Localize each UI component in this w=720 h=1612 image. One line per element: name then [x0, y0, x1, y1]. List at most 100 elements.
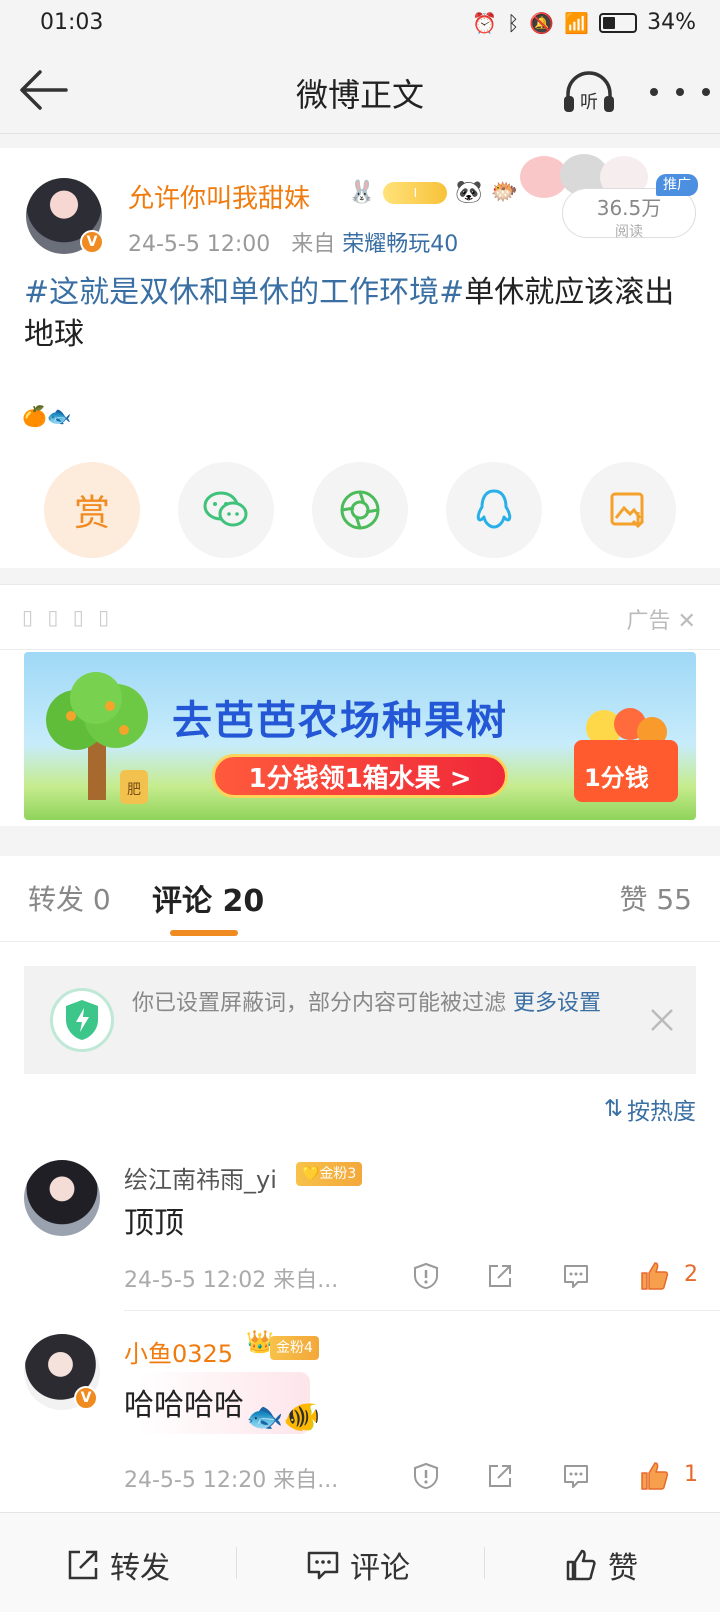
reward-label: 赏: [73, 493, 110, 534]
comment-meta: 24-5-5 12:02 来自...: [124, 1268, 339, 1293]
comment-meta: 24-5-5 12:20 来自...: [124, 1468, 339, 1493]
from-label: 来自: [291, 232, 336, 257]
dot-icon: [676, 88, 684, 96]
post-source[interactable]: 荣耀畅玩40: [342, 232, 458, 257]
more-settings-link[interactable]: 更多设置: [513, 991, 601, 1016]
tree-icon: 肥: [46, 672, 148, 804]
bottom-action-bar: 转发 评论 赞: [0, 1512, 720, 1612]
fan-badge: 💛金粉3: [296, 1162, 363, 1186]
verified-badge-icon: V: [80, 230, 104, 254]
wechat-share-button[interactable]: [178, 462, 274, 558]
status-time: 01:03: [40, 10, 104, 35]
like-icon[interactable]: [638, 1260, 670, 1292]
repost-label: 转发: [110, 1551, 170, 1586]
fish-icon: 🐡: [490, 180, 519, 205]
active-tab-indicator: [170, 930, 238, 936]
status-bar: 01:03 ⏰ ᛒ 🔕 📶 34%: [0, 0, 720, 48]
fish-sticker-icon: 🐟🐠: [246, 1400, 321, 1435]
ad-label[interactable]: 广告 ✕: [627, 603, 696, 635]
commenter-avatar[interactable]: [24, 1160, 100, 1236]
divider: [484, 1547, 485, 1579]
ad-header: ▯ ▯ ▯ ▯ 广告 ✕: [0, 584, 720, 650]
wifi-icon: 📶: [564, 10, 590, 35]
battery-percent: 34%: [647, 10, 696, 35]
comment-text: 哈哈哈哈: [124, 1388, 244, 1423]
sort-icon: ⇅: [603, 1096, 623, 1122]
comment-text: 顶顶: [124, 1206, 184, 1241]
dot-icon: [702, 88, 710, 96]
like-label: 赞: [608, 1551, 638, 1586]
qq-share-button[interactable]: [446, 462, 542, 558]
ad-cta-button[interactable]: 1分钱领1箱水果 >: [212, 754, 508, 798]
share-actions: 赏: [0, 462, 720, 562]
alarm-icon: ⏰: [472, 10, 498, 35]
reply-icon[interactable]: [562, 1462, 590, 1490]
repost-icon: [68, 1550, 98, 1580]
like-count: 1: [684, 1462, 698, 1487]
moments-aperture-icon: [340, 490, 380, 530]
comment-button[interactable]: 评论: [306, 1543, 410, 1587]
ad-banner[interactable]: 肥 去芭芭农场种果树 1分钱领1箱水果 > 1分钱: [24, 652, 696, 820]
fan-badge: 金粉4: [270, 1336, 319, 1360]
verified-badge-icon: V: [74, 1386, 98, 1410]
comment-icon: [307, 1551, 339, 1580]
comment-tabs: 转发 0 评论 20 赞 55: [0, 856, 720, 942]
reward-button[interactable]: 赏: [44, 462, 140, 558]
divider: [124, 1310, 720, 1311]
rabbit-icon: 🐰: [348, 180, 376, 205]
nav-bar: 微博正文 听: [0, 48, 720, 134]
post-time: 24-5-5 12:00: [128, 232, 271, 257]
listen-headphone-icon[interactable]: 听: [562, 68, 616, 116]
report-icon[interactable]: [412, 1462, 440, 1490]
more-options-button[interactable]: [650, 88, 710, 100]
ad-title: 去芭芭农场种果树: [172, 698, 508, 744]
author-name[interactable]: 允许你叫我甜妹: [128, 178, 310, 215]
filter-notice-text: 你已设置屏蔽词，部分内容可能被过滤 更多设置: [132, 991, 602, 1016]
comment-label: 评论: [350, 1551, 410, 1586]
commenter-name[interactable]: 小鱼0325: [124, 1334, 233, 1369]
sort-button[interactable]: ⇅ 按热度: [604, 1092, 696, 1126]
status-icons: ⏰ ᛒ 🔕 📶 34%: [472, 10, 696, 35]
like-button[interactable]: 赞: [564, 1543, 638, 1587]
bluetooth-icon: ᛒ: [507, 10, 520, 35]
listen-label: 听: [580, 92, 598, 113]
moments-share-button[interactable]: [312, 462, 408, 558]
ad-basket-text: 1分钱: [584, 764, 649, 792]
topic-link[interactable]: #这就是双休和单休的工作环境#: [24, 275, 464, 310]
ad-source-blurred: ▯ ▯ ▯ ▯: [22, 605, 114, 629]
divider: [236, 1547, 237, 1579]
share-icon[interactable]: [486, 1462, 514, 1490]
panda-icon: 🐼: [455, 180, 483, 205]
fertilizer-tag: 肥: [127, 782, 141, 798]
author-badges: 🐰 Ⅰ 🐼 🐡: [348, 180, 518, 205]
wechat-icon: [203, 491, 248, 527]
reply-icon[interactable]: [562, 1262, 590, 1290]
sort-label: 按热度: [627, 1099, 696, 1125]
tab-comments[interactable]: 评论 20: [152, 876, 264, 920]
like-count: 2: [684, 1262, 698, 1287]
post-emojis: 🍊🐟: [22, 404, 72, 428]
level-badge-icon: Ⅰ: [383, 181, 448, 204]
filter-notice: [24, 966, 696, 1074]
read-count: 36.5万: [596, 196, 662, 220]
battery-icon: [599, 12, 638, 33]
qq-penguin-icon: [476, 489, 512, 529]
tab-repost[interactable]: 转发 0: [28, 878, 111, 918]
repost-button[interactable]: 转发: [66, 1543, 170, 1587]
save-image-button[interactable]: [580, 462, 676, 558]
post-text: #这就是双休和单休的工作环境#单休就应该滚出地球: [24, 272, 704, 356]
promo-tag: 推广: [656, 174, 698, 196]
tab-likes[interactable]: 赞 55: [619, 878, 692, 918]
report-icon[interactable]: [412, 1262, 440, 1290]
close-icon[interactable]: [648, 1006, 676, 1034]
like-icon[interactable]: [638, 1460, 670, 1492]
post-meta: 24-5-5 12:00 来自 荣耀畅玩40: [128, 226, 458, 258]
mute-icon: 🔕: [529, 10, 555, 35]
like-icon: [566, 1549, 596, 1581]
commenter-name[interactable]: 绘江南祎雨_yi: [124, 1160, 277, 1195]
shield-icon: [50, 988, 114, 1052]
save-image-icon: [610, 492, 645, 529]
share-icon[interactable]: [486, 1262, 514, 1290]
dot-icon: [650, 88, 658, 96]
read-label: 阅读: [615, 224, 643, 240]
